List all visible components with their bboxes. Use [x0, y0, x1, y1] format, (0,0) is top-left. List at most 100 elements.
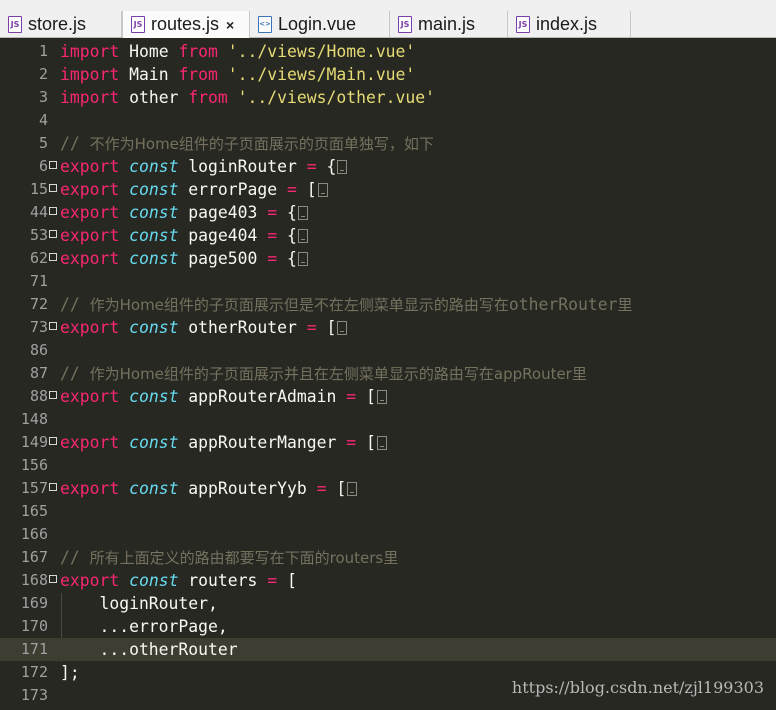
- code-line[interactable]: 171 ...otherRouter: [0, 638, 776, 661]
- line-number: 6: [38, 157, 48, 175]
- tab-store-js[interactable]: JS store.js: [0, 11, 122, 37]
- code-token: Home: [119, 42, 179, 61]
- code-token: const: [129, 433, 179, 452]
- line-number: 173: [20, 686, 48, 704]
- code-text: export const page403 = {: [60, 201, 308, 224]
- code-token: routers: [178, 571, 268, 590]
- code-line[interactable]: 62 export const page500 = {: [0, 247, 776, 270]
- fold-marker-icon[interactable]: [49, 230, 57, 238]
- code-token: =: [267, 249, 278, 268]
- close-icon[interactable]: ×: [226, 17, 234, 33]
- code-text: import Main from '../views/Main.vue': [60, 63, 415, 86]
- code-token: //: [60, 134, 90, 153]
- code-line[interactable]: 148: [0, 408, 776, 431]
- fold-marker-icon[interactable]: [49, 483, 57, 491]
- tab-label: main.js: [418, 13, 476, 34]
- code-line[interactable]: 15 export const errorPage = [: [0, 178, 776, 201]
- line-number: 148: [20, 410, 48, 428]
- code-token: =: [316, 479, 327, 498]
- line-number: 3: [38, 88, 48, 106]
- code-line[interactable]: 1 import Home from '../views/Home.vue': [0, 40, 776, 63]
- collapsed-region-icon[interactable]: [317, 183, 328, 197]
- code-token: const: [129, 571, 179, 590]
- code-token: export: [60, 157, 120, 176]
- fold-marker-icon[interactable]: [49, 391, 57, 399]
- code-line[interactable]: 71: [0, 270, 776, 293]
- code-text: // 作为Home组件的子页面展示但是不在左侧菜单显示的路由写在otherRou…: [60, 293, 633, 317]
- fold-marker-icon[interactable]: [49, 207, 57, 215]
- code-token: page500: [178, 249, 268, 268]
- code-token: Main: [119, 65, 179, 84]
- code-token: 所有上面定义的路由都要写在下面的routers里: [89, 549, 399, 567]
- line-number: 5: [38, 134, 48, 152]
- collapsed-region-icon[interactable]: [376, 390, 387, 404]
- code-token: 作为Home组件的子页面展示但是不在左侧菜单显示的路由写在: [89, 296, 509, 314]
- code-line[interactable]: 149 export const appRouterManger = [: [0, 431, 776, 454]
- code-token: from: [188, 88, 228, 107]
- code-token: from: [178, 65, 218, 84]
- code-line[interactable]: 166: [0, 523, 776, 546]
- code-line[interactable]: 44 export const page403 = {: [0, 201, 776, 224]
- code-line[interactable]: 5 // 不作为Home组件的子页面展示的页面单独写，如下: [0, 132, 776, 155]
- code-line[interactable]: 168 export const routers = [: [0, 569, 776, 592]
- code-line[interactable]: 73 export const otherRouter = [: [0, 316, 776, 339]
- tab-index-js[interactable]: JS index.js: [508, 11, 631, 37]
- collapsed-region-icon[interactable]: [337, 160, 348, 174]
- line-number: 149: [20, 433, 48, 451]
- code-token: appRouterYyb: [178, 479, 317, 498]
- code-line[interactable]: 53 export const page404 = {: [0, 224, 776, 247]
- code-line[interactable]: 72 // 作为Home组件的子页面展示但是不在左侧菜单显示的路由写在otherR…: [0, 293, 776, 316]
- code-line[interactable]: 2 import Main from '../views/Main.vue': [0, 63, 776, 86]
- code-line[interactable]: 88 export const appRouterAdmain = [: [0, 385, 776, 408]
- line-number: 171: [20, 640, 48, 658]
- line-number: 86: [29, 341, 48, 359]
- code-line[interactable]: 156: [0, 454, 776, 477]
- code-token: export: [60, 479, 120, 498]
- code-token: {: [277, 203, 297, 222]
- code-line[interactable]: 6 export const loginRouter = {: [0, 155, 776, 178]
- code-line[interactable]: 165: [0, 500, 776, 523]
- collapsed-region-icon[interactable]: [297, 229, 308, 243]
- line-number: 1: [38, 42, 48, 60]
- vue-file-icon: <>: [258, 15, 272, 33]
- code-line[interactable]: 86: [0, 339, 776, 362]
- code-text: // 所有上面定义的路由都要写在下面的routers里: [60, 546, 398, 570]
- code-line[interactable]: 87 // 作为Home组件的子页面展示并且在左侧菜单显示的路由写在appRout…: [0, 362, 776, 385]
- fold-marker-icon[interactable]: [49, 253, 57, 261]
- line-number: 172: [20, 663, 48, 681]
- code-line[interactable]: 167 // 所有上面定义的路由都要写在下面的routers里: [0, 546, 776, 569]
- collapsed-region-icon[interactable]: [297, 206, 308, 220]
- collapsed-region-icon[interactable]: [347, 482, 358, 496]
- fold-marker-icon[interactable]: [49, 161, 57, 169]
- collapsed-region-icon[interactable]: [337, 321, 348, 335]
- line-number: 156: [20, 456, 48, 474]
- collapsed-region-icon[interactable]: [297, 252, 308, 266]
- code-line[interactable]: 157 export const appRouterYyb = [: [0, 477, 776, 500]
- code-token: {: [277, 249, 297, 268]
- tab-login-vue[interactable]: <> Login.vue: [250, 11, 390, 37]
- tab-main-js[interactable]: JS main.js: [390, 11, 508, 37]
- line-number: 168: [20, 571, 48, 589]
- line-number: 73: [29, 318, 48, 336]
- code-token: =: [267, 203, 278, 222]
- collapsed-region-icon[interactable]: [376, 436, 387, 450]
- fold-marker-icon[interactable]: [49, 322, 57, 330]
- line-number: 72: [29, 295, 48, 313]
- code-line[interactable]: 169 loginRouter,: [0, 592, 776, 615]
- code-token: import: [60, 88, 120, 107]
- code-line[interactable]: 170 ...errorPage,: [0, 615, 776, 638]
- code-token: export: [60, 433, 120, 452]
- fold-marker-icon[interactable]: [49, 437, 57, 445]
- tab-routes-js[interactable]: JS routes.js ×: [122, 11, 250, 38]
- code-text: ...errorPage,: [60, 615, 227, 638]
- fold-marker-icon[interactable]: [49, 184, 57, 192]
- code-line[interactable]: 4: [0, 109, 776, 132]
- fold-marker-icon[interactable]: [49, 575, 57, 583]
- code-line[interactable]: 3 import other from '../views/other.vue': [0, 86, 776, 109]
- code-text: export const otherRouter = [: [60, 316, 348, 339]
- code-editor[interactable]: 1 import Home from '../views/Home.vue' 2 im…: [0, 38, 776, 710]
